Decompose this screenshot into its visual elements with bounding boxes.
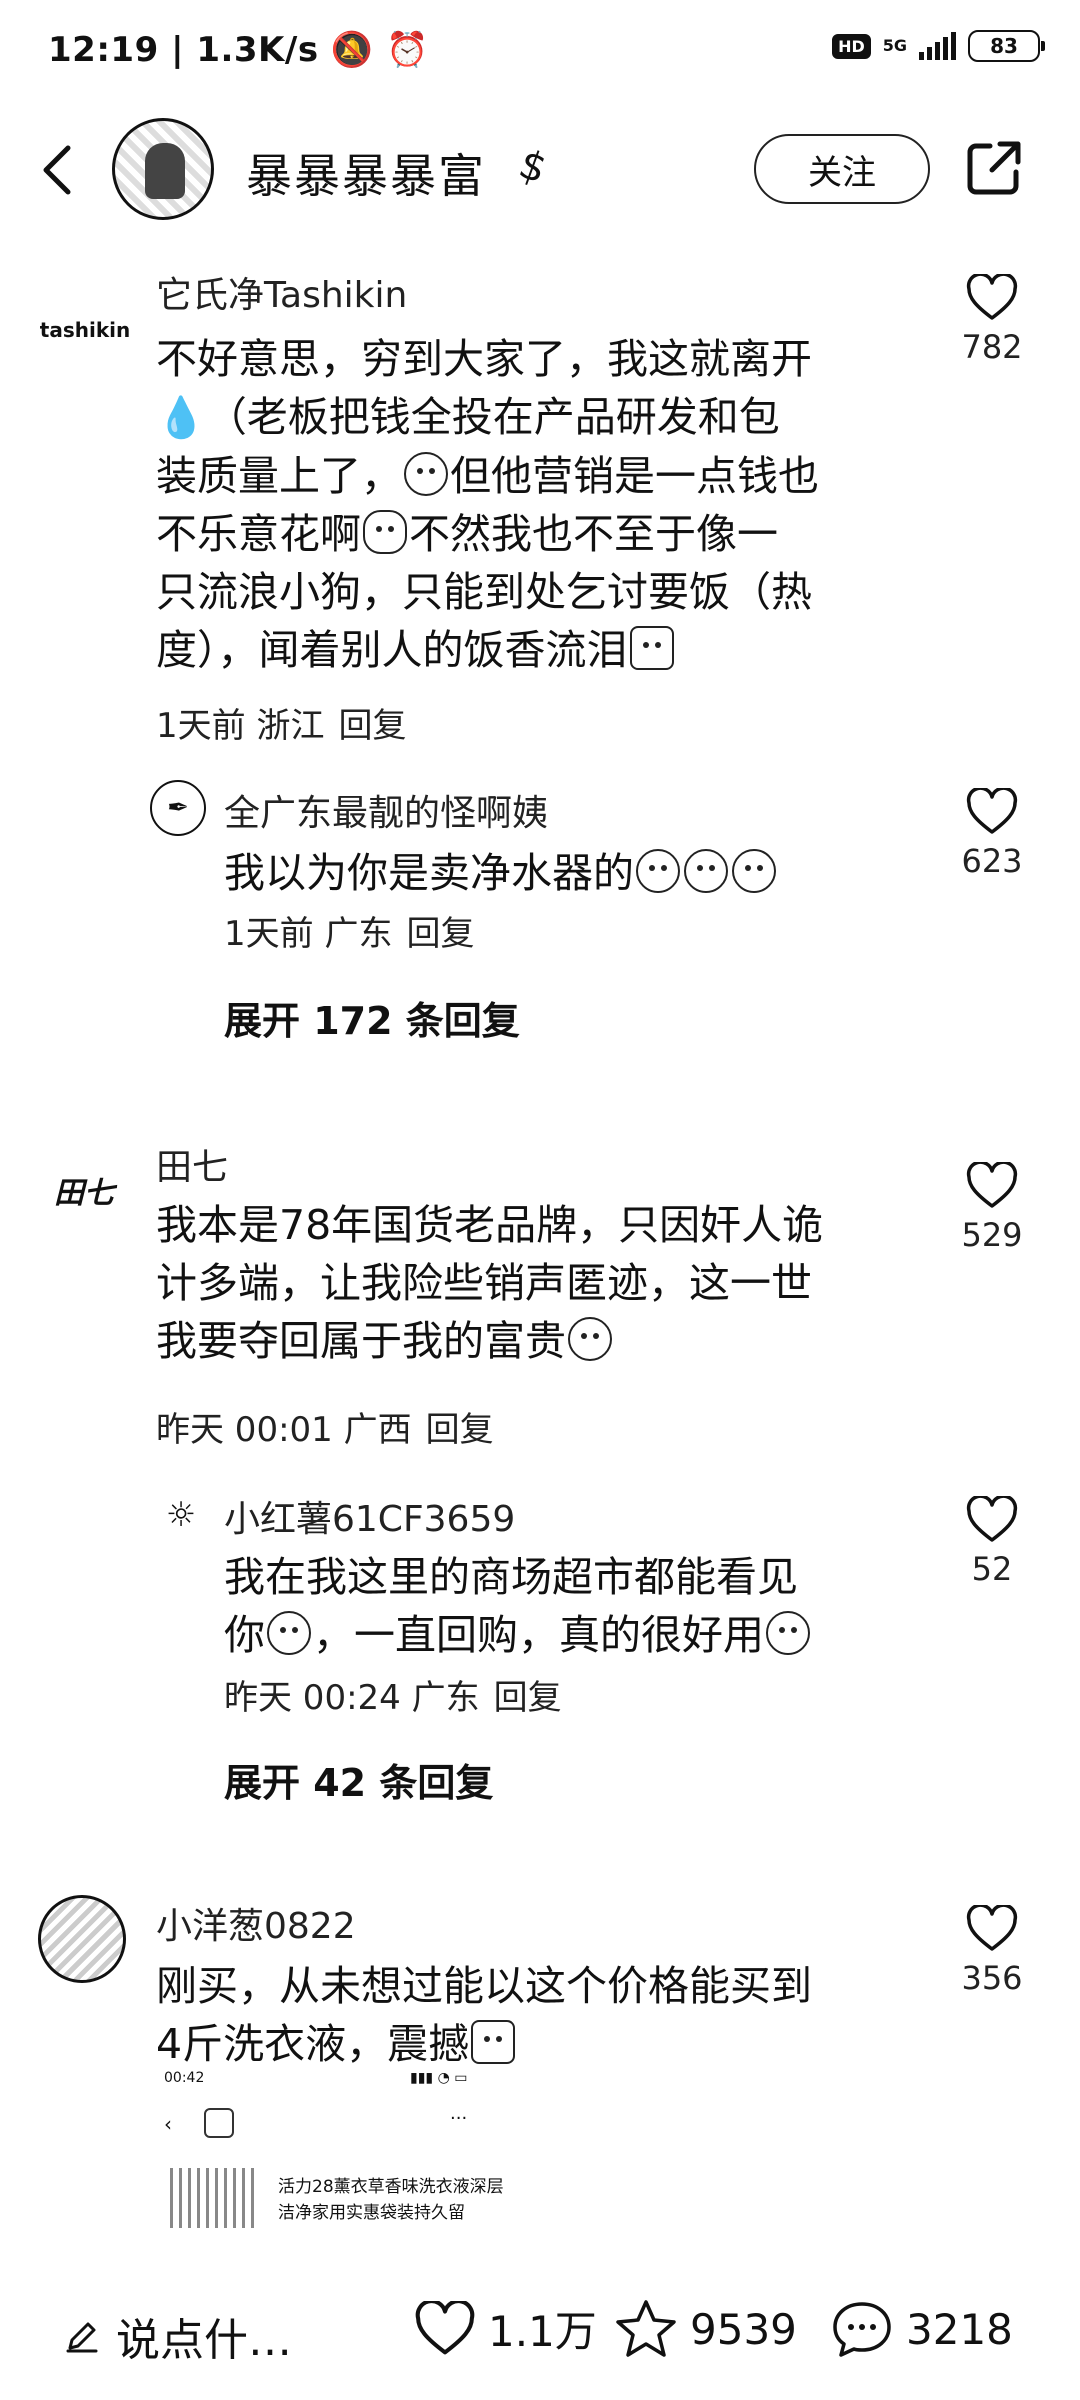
shocked-emoji-icon bbox=[471, 2020, 516, 2064]
reply-link[interactable]: 回复 bbox=[338, 706, 406, 746]
laugh-emoji-icon bbox=[766, 1611, 810, 1655]
pencil-icon bbox=[66, 2322, 98, 2353]
smile-emoji-icon bbox=[568, 1317, 612, 1361]
post-like-count: 1.1万 bbox=[488, 2307, 597, 2356]
reply-link[interactable]: 回复 bbox=[494, 1678, 562, 1718]
laugh-emoji-icon bbox=[684, 849, 728, 893]
dollar-icon: $ bbox=[512, 141, 553, 193]
star-icon bbox=[616, 2300, 676, 2357]
like-count: 623 bbox=[961, 842, 1023, 880]
comment-text[interactable]: 我本是78年国货老品牌，只因奸人诡 计多端，让我险些销声匿迹，这一世 我要夺回属… bbox=[156, 1196, 936, 1370]
expand-replies-link[interactable]: 展开 42 条回复 bbox=[224, 1752, 493, 1807]
smile-emoji-icon bbox=[404, 452, 448, 496]
like-post-button[interactable]: 1.1万 bbox=[414, 2298, 597, 2359]
comment-meta: 1天前 广东 回复 bbox=[224, 914, 475, 954]
thumb-product-image bbox=[170, 2168, 260, 2228]
commenter-name[interactable]: 它氏净Tashikin bbox=[156, 266, 407, 318]
commenter-name[interactable]: 田七 bbox=[156, 1138, 228, 1190]
network-label: 5G bbox=[882, 36, 907, 55]
like-button[interactable]: 782 bbox=[952, 274, 1032, 366]
comment-meta: 昨天 00:01 广西 回复 bbox=[156, 1410, 494, 1450]
bottom-bar: 说点什… 1.1万 9539 3218 bbox=[0, 2270, 1080, 2400]
thumb-time: 00:42 bbox=[164, 2070, 205, 2086]
like-count: 356 bbox=[961, 1959, 1023, 1997]
laugh-emoji-icon bbox=[267, 1611, 311, 1655]
comment-text[interactable]: 不好意思，穷到大家了，我这就离开 💧（老板把钱全投在产品研发和包 装质量上了，但… bbox=[156, 330, 936, 679]
commenter-name[interactable]: 全广东最靓的怪啊姨 bbox=[224, 784, 548, 836]
commenter-avatar[interactable]: tashikin bbox=[40, 290, 130, 370]
comment-meta: 昨天 00:24 广东 回复 bbox=[224, 1678, 562, 1718]
signal-icon bbox=[919, 32, 956, 60]
status-right: HD 5G 83 bbox=[832, 30, 1045, 62]
cloud-emoji-icon bbox=[363, 510, 407, 554]
chat-bubble-icon bbox=[833, 2302, 891, 2357]
comment-input-placeholder: 说点什… bbox=[116, 2315, 292, 2366]
favorite-count: 9539 bbox=[690, 2304, 797, 2354]
like-button[interactable]: 529 bbox=[952, 1162, 1032, 1254]
crying-emoji-icon bbox=[629, 626, 674, 670]
commenter-name[interactable]: 小红薯61CF3659 bbox=[224, 1490, 515, 1542]
comments-button[interactable]: 3218 bbox=[830, 2298, 1013, 2360]
follow-button[interactable]: 关注 bbox=[754, 134, 930, 204]
thumb-shop-icon bbox=[204, 2108, 234, 2138]
battery-icon: 83 bbox=[968, 30, 1045, 62]
expand-replies-link[interactable]: 展开 172 条回复 bbox=[224, 990, 520, 1045]
reply-link[interactable]: 回复 bbox=[426, 1410, 494, 1450]
thumb-back-icon: ‹ bbox=[164, 2112, 172, 2136]
laugh-emoji-icon bbox=[636, 849, 680, 893]
thumb-status-icons: ▮▮▮ ◔ ▭ bbox=[410, 2070, 468, 2086]
header: 暴暴暴暴富 $ 关注 bbox=[0, 110, 1080, 230]
author-avatar[interactable] bbox=[112, 118, 214, 220]
like-button[interactable]: 356 bbox=[952, 1905, 1032, 1997]
commenter-avatar[interactable]: 田七 bbox=[44, 1150, 124, 1230]
thumb-product-title: 活力28薰衣草香味洗衣液深层洁净家用实惠袋装持久留 bbox=[278, 2177, 504, 2223]
commenter-avatar[interactable]: ☼ bbox=[156, 1490, 206, 1540]
comment-meta: 1天前 浙江 回复 bbox=[156, 706, 407, 746]
share-icon[interactable] bbox=[966, 140, 1022, 196]
like-button[interactable]: 623 bbox=[952, 788, 1032, 880]
favorite-button[interactable]: 9539 bbox=[614, 2298, 797, 2360]
commenter-avatar[interactable]: ✒ bbox=[150, 780, 206, 836]
mute-icon: 🔕 bbox=[330, 30, 374, 70]
comment-text[interactable]: 我在我这里的商场超市都能看见 你，一直回购，真的很好用 bbox=[224, 1548, 924, 1664]
commenter-name[interactable]: 小洋葱0822 bbox=[156, 1897, 356, 1949]
like-count: 529 bbox=[961, 1216, 1023, 1254]
reply-link[interactable]: 回复 bbox=[406, 914, 474, 954]
comment-text[interactable]: 刚买，从未想过能以这个价格能买到 4斤洗衣液，震撼 bbox=[156, 1957, 936, 2073]
comment-text[interactable]: 我以为你是卖净水器的 bbox=[224, 844, 778, 902]
water-drop-icon: 💧 bbox=[156, 395, 206, 441]
status-time: 12:19 | 1.3K/s 🔕 ⏰ bbox=[48, 30, 429, 70]
like-count: 52 bbox=[971, 1550, 1013, 1588]
comment-count: 3218 bbox=[906, 2304, 1013, 2354]
author-name[interactable]: 暴暴暴暴富 bbox=[246, 140, 486, 206]
commenter-avatar[interactable] bbox=[38, 1895, 126, 1983]
heart-icon bbox=[415, 2300, 475, 2354]
hd-icon: HD bbox=[832, 33, 871, 59]
status-bar: 12:19 | 1.3K/s 🔕 ⏰ HD 5G 83 bbox=[0, 0, 1080, 110]
like-count: 782 bbox=[961, 328, 1023, 366]
thumb-more-icon: ··· bbox=[450, 2108, 468, 2129]
comment-input[interactable]: 说点什… bbox=[64, 2304, 292, 2368]
back-icon[interactable] bbox=[38, 142, 78, 198]
laugh-emoji-icon bbox=[732, 849, 776, 893]
comment-image[interactable]: 00:42 ▮▮▮ ◔ ▭ ‹ ··· 活力28薰衣草香味洗衣液深层洁净家用实惠… bbox=[160, 2068, 640, 2258]
like-button[interactable]: 52 bbox=[952, 1496, 1032, 1588]
alarm-icon: ⏰ bbox=[386, 30, 429, 70]
